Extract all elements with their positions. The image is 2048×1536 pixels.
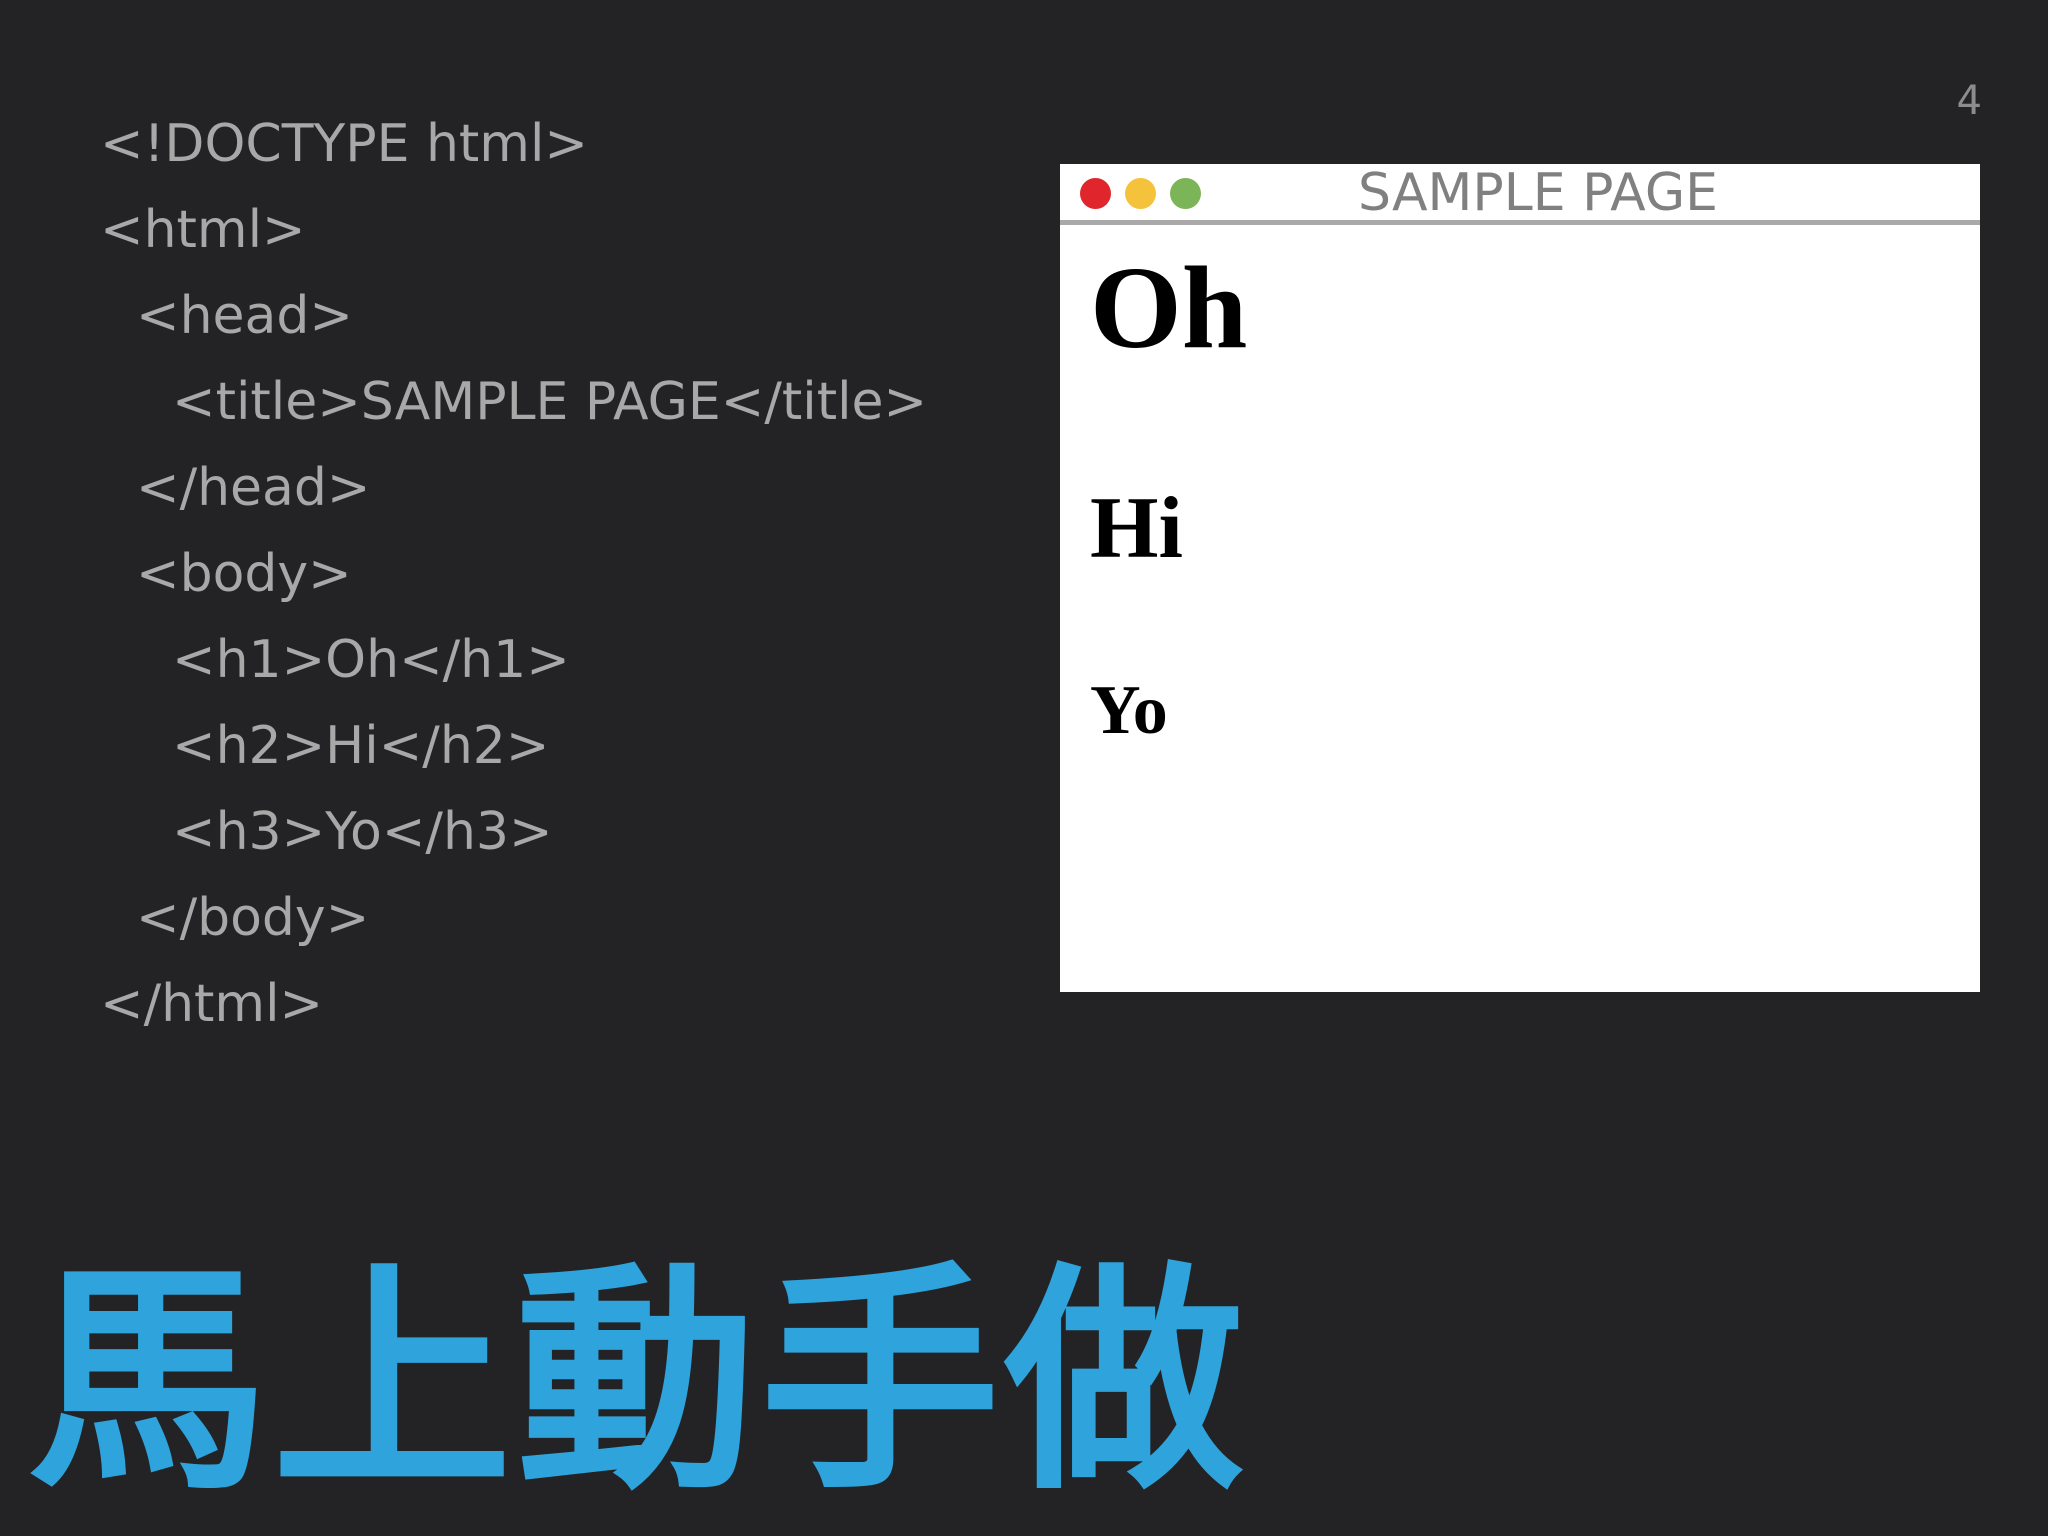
code-line: </html> xyxy=(100,974,324,1034)
code-block: <!DOCTYPE html> <html> <head> <title>SAM… xyxy=(100,112,927,1058)
slide: 4 <!DOCTYPE html> <html> <head> <title>S… xyxy=(0,0,2048,1536)
code-line: <body> xyxy=(136,544,352,604)
code-line: <html> xyxy=(100,200,306,260)
code-line: <title>SAMPLE PAGE</title> xyxy=(172,372,928,432)
code-line: </body> xyxy=(136,888,370,948)
code-line: <head> xyxy=(136,286,353,346)
code-line: <h3>Yo</h3> xyxy=(172,802,553,862)
code-line: <h1>Oh</h1> xyxy=(172,630,570,690)
code-line: <h2>Hi</h2> xyxy=(172,716,550,776)
slide-number: 4 xyxy=(1956,78,1982,124)
heading-h1: Oh xyxy=(1090,242,1248,373)
code-line: <!DOCTYPE html> xyxy=(100,114,588,174)
window-title: SAMPLE PAGE xyxy=(1358,163,1718,223)
window-title-bar[interactable]: SAMPLE PAGE xyxy=(1060,164,1980,225)
code-line: </head> xyxy=(136,458,371,518)
call-to-action-heading: 馬上動手做 xyxy=(28,1242,1249,1522)
heading-h3: Yo xyxy=(1090,672,1168,749)
heading-h2: Hi xyxy=(1090,480,1183,577)
browser-window: SAMPLE PAGE Oh Hi Yo xyxy=(1060,164,1980,992)
